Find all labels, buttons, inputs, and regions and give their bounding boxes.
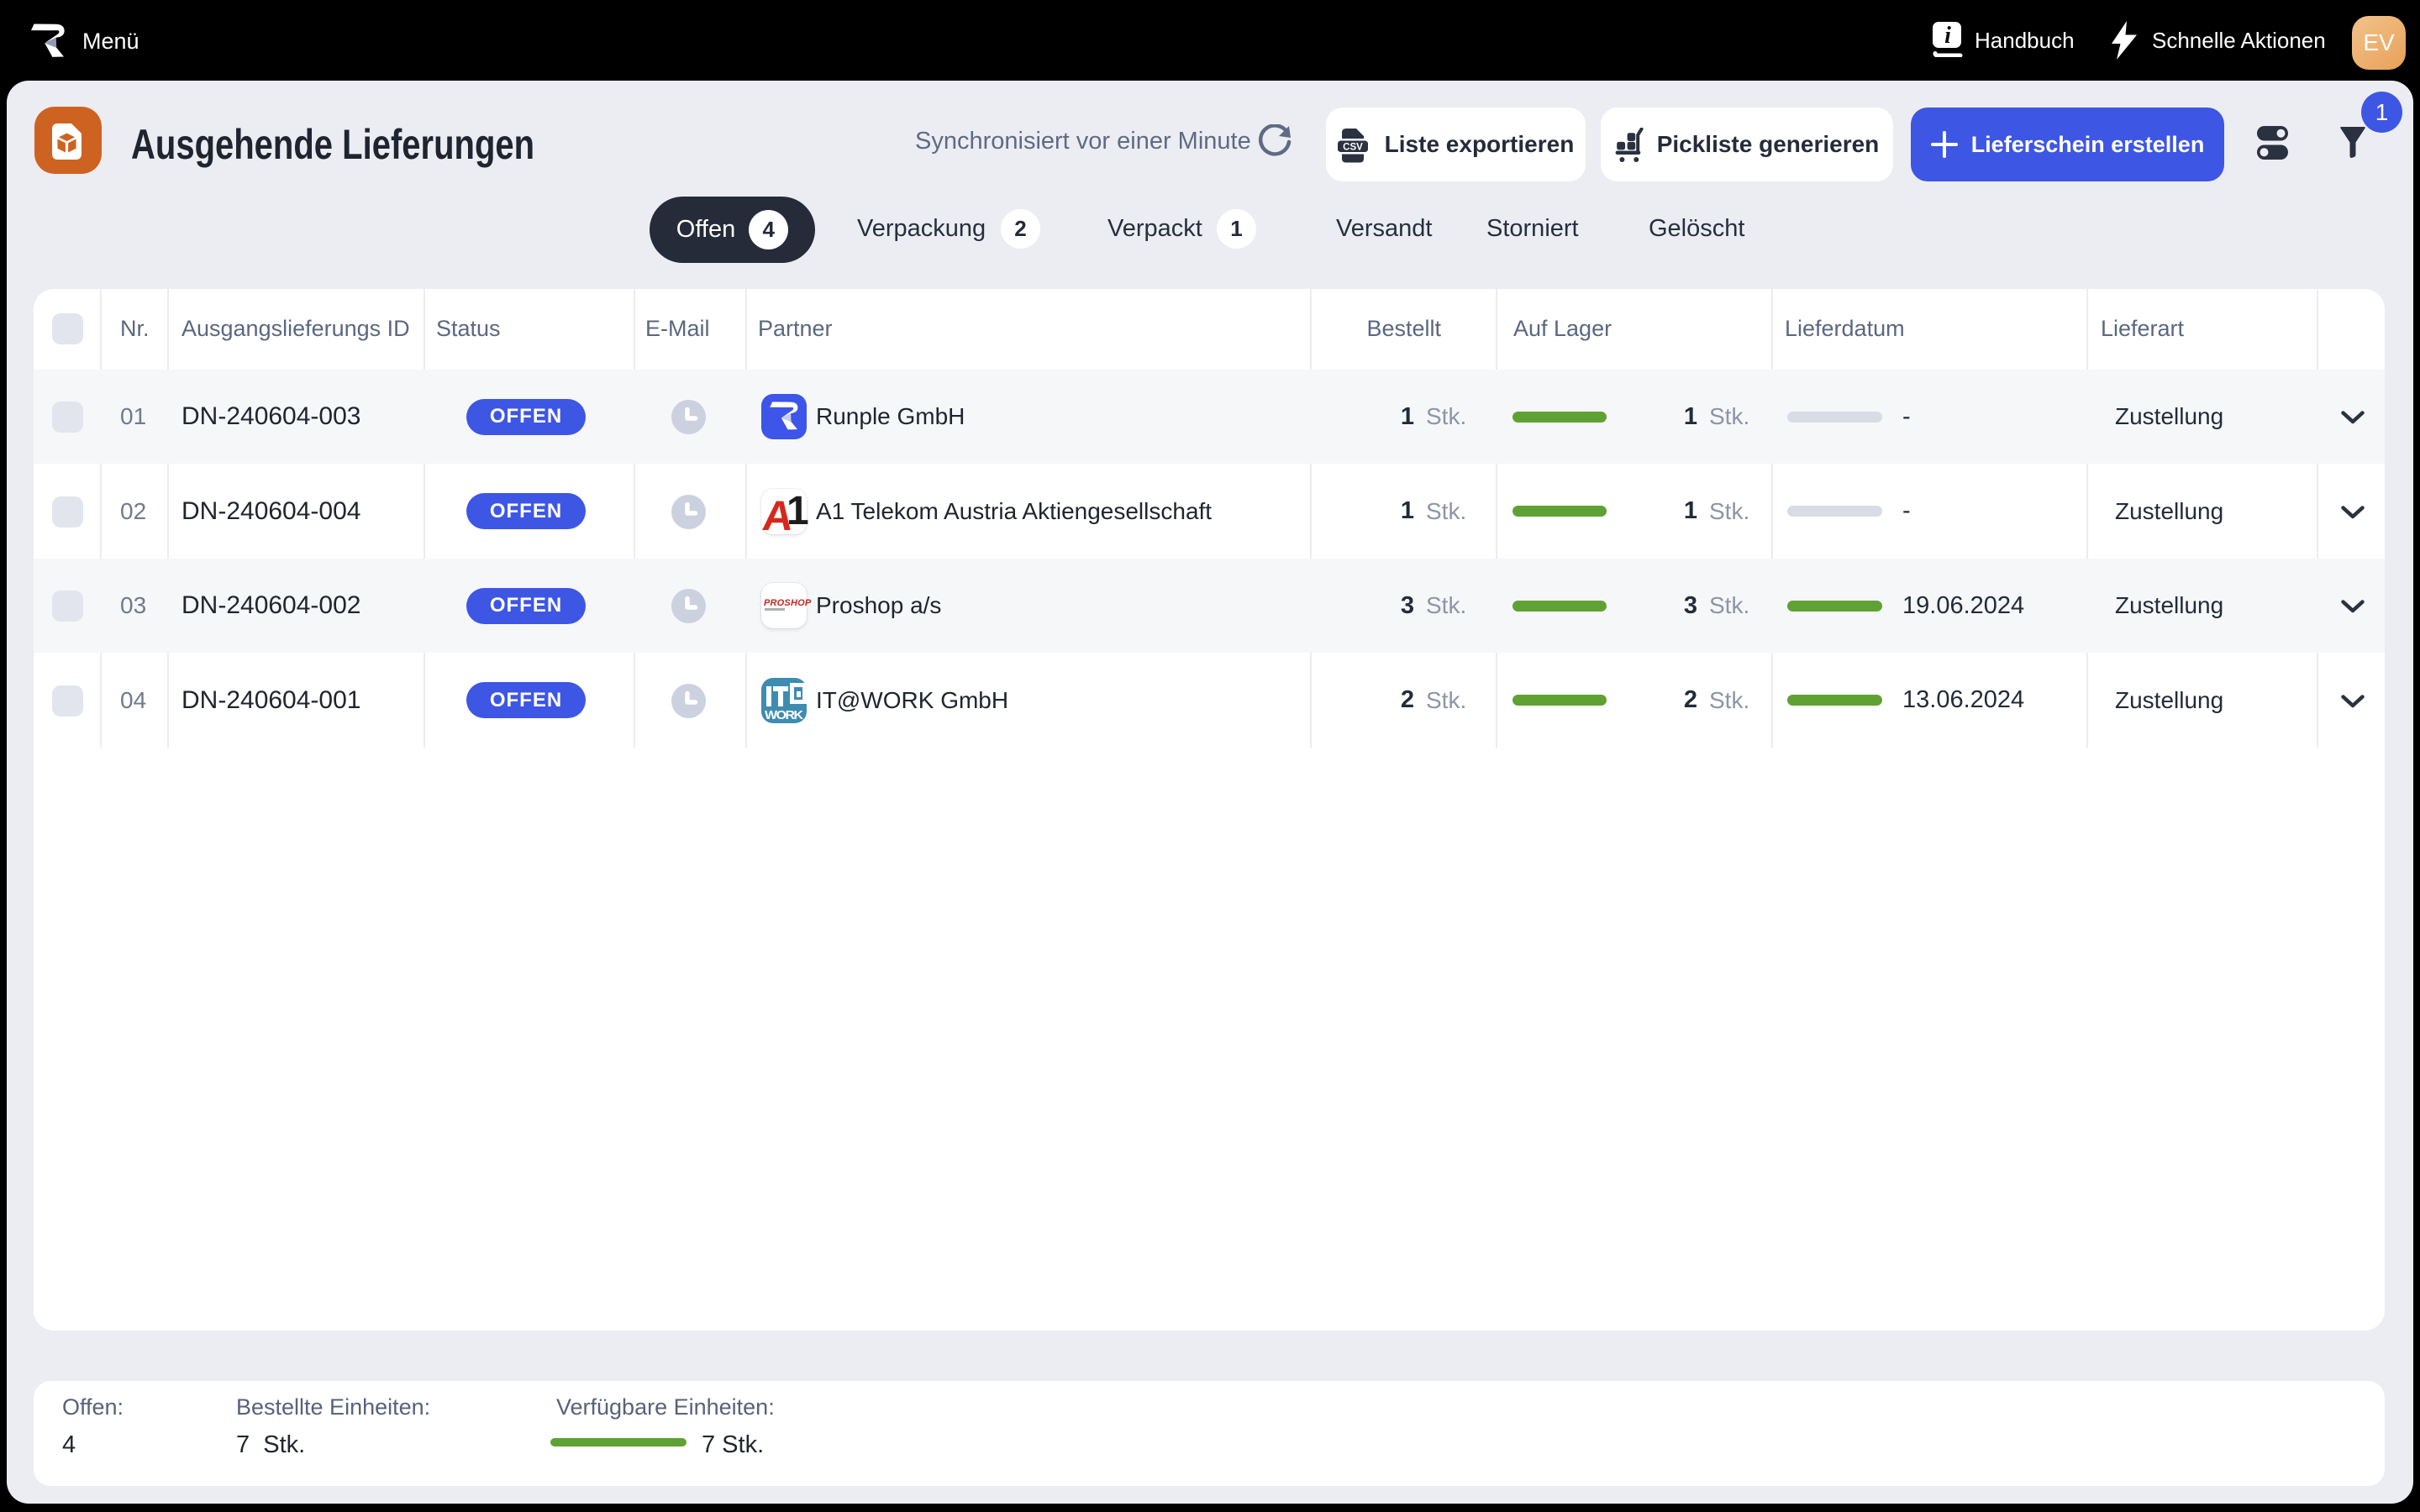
svg-text:WORK: WORK [765, 708, 804, 722]
svg-text:i: i [1944, 23, 1951, 49]
svg-text:CSV: CSV [1343, 142, 1363, 152]
svg-text:1: 1 [786, 489, 809, 533]
